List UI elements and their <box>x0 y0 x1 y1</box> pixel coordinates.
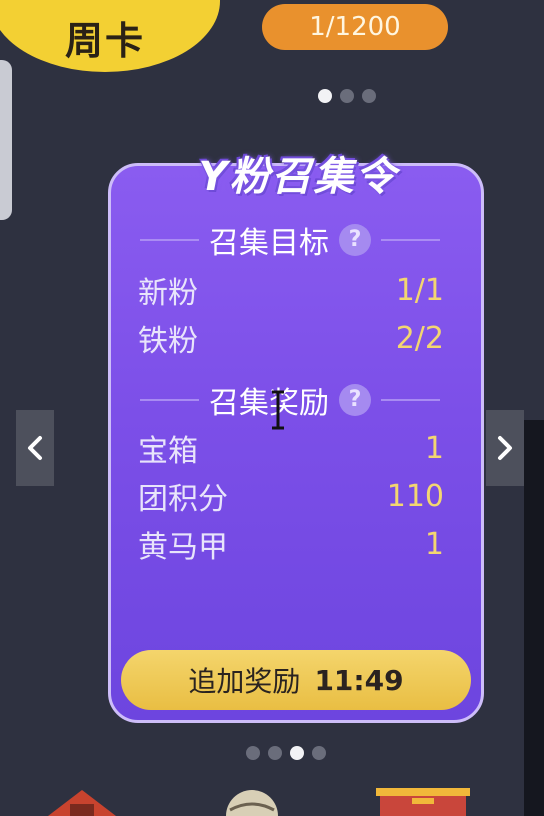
goal-row: 新粉 1/1 <box>138 268 444 312</box>
pagination-dots-top <box>318 89 376 103</box>
week-card-badge[interactable]: 周卡 <box>0 0 220 72</box>
reward-label: 宝箱 <box>138 434 198 469</box>
reward-value: 1 <box>424 526 444 562</box>
goal-value: 1/1 <box>395 272 444 308</box>
chevron-right-icon <box>498 436 512 460</box>
divider-line <box>381 399 440 401</box>
temple-icon[interactable] <box>44 786 120 816</box>
divider-line <box>140 239 199 241</box>
page-dot[interactable] <box>246 746 260 760</box>
question-circle-icon[interactable]: ? <box>339 224 371 256</box>
goal-label: 铁粉 <box>138 324 198 359</box>
page-dot[interactable] <box>340 89 354 103</box>
globe-icon[interactable] <box>222 786 282 816</box>
question-circle-icon[interactable]: ? <box>339 384 371 416</box>
page-dot[interactable] <box>290 746 304 760</box>
week-card-label: 周卡 <box>64 19 145 63</box>
divider-line <box>381 239 440 241</box>
chevron-left-icon <box>28 436 42 460</box>
page-dot[interactable] <box>318 89 332 103</box>
reward-row: 团积分 110 <box>138 474 444 518</box>
reward-value: 1 <box>424 430 444 466</box>
goal-section-title: 召集目标 <box>209 226 329 261</box>
bonus-reward-timer: 11:49 <box>314 663 404 697</box>
reward-value: 110 <box>386 478 444 514</box>
side-drawer-tab[interactable] <box>0 60 12 220</box>
right-edge-panel <box>524 420 544 816</box>
divider-line <box>140 399 199 401</box>
goal-section-header: 召集目标 ? <box>140 220 440 261</box>
palace-icon[interactable] <box>376 786 470 816</box>
goal-value: 2/2 <box>395 320 444 356</box>
reward-label: 黄马甲 <box>138 530 228 565</box>
page-dot[interactable] <box>362 89 376 103</box>
reward-section-title: 召集奖励 <box>209 386 329 421</box>
bonus-reward-button[interactable]: 追加奖励 11:49 <box>121 650 471 710</box>
card-title: Y粉召集令 <box>198 154 398 200</box>
progress-counter: 1/1200 <box>262 4 448 50</box>
pagination-dots-bottom <box>246 746 326 760</box>
page-dot[interactable] <box>268 746 282 760</box>
reward-section-header: 召集奖励 ? <box>140 380 440 421</box>
bonus-reward-label: 追加奖励 <box>188 665 301 698</box>
prev-button[interactable] <box>16 410 54 486</box>
goal-label: 新粉 <box>138 276 198 311</box>
reward-label: 团积分 <box>138 482 228 517</box>
page-dot[interactable] <box>312 746 326 760</box>
goal-row: 铁粉 2/2 <box>138 316 444 360</box>
next-button[interactable] <box>486 410 524 486</box>
reward-row: 宝箱 1 <box>138 426 444 470</box>
reward-row: 黄马甲 1 <box>138 522 444 566</box>
text-cursor-icon <box>272 390 284 430</box>
